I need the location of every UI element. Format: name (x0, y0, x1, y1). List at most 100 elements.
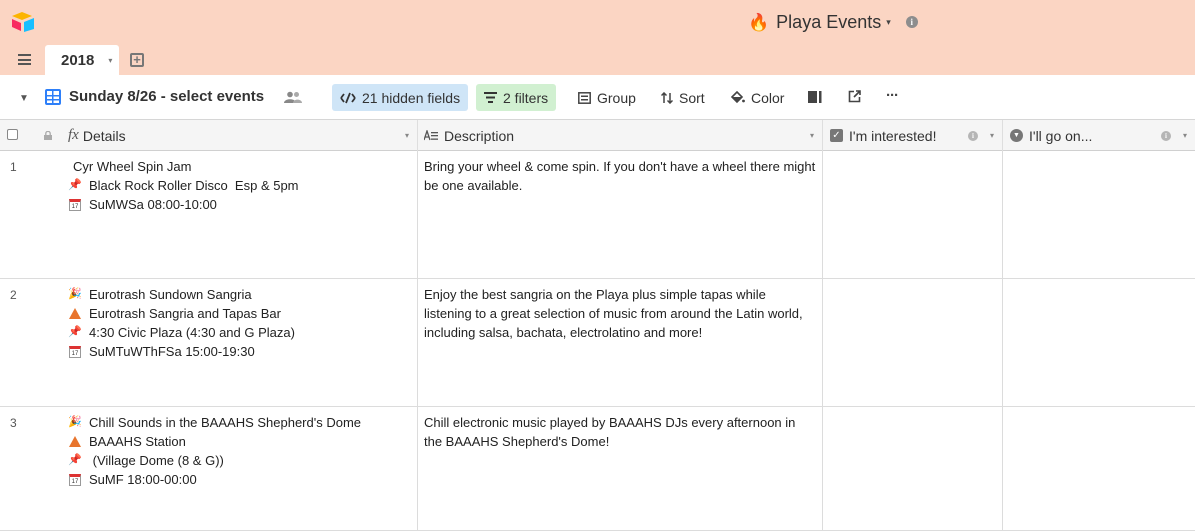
details-text: SuMF 18:00-00:00 (89, 472, 197, 487)
color-label: Color (751, 89, 785, 106)
details-line: 📌 4:30 Civic Plaza (4:30 and G Plaza) (68, 323, 408, 342)
paint-bucket-icon (730, 91, 745, 104)
interested-cell[interactable] (823, 151, 1002, 278)
single-select-icon: ▼ (1010, 129, 1023, 142)
details-line: Cyr Wheel Spin Jam (68, 157, 408, 176)
details-text: 4:30 Civic Plaza (4:30 and G Plaza) (89, 325, 295, 340)
sort-label: Sort (679, 89, 705, 106)
row-number: 2 (10, 288, 17, 302)
color-button[interactable]: Color (722, 84, 792, 111)
details-line: 🎉 Eurotrash Sundown Sangria (68, 285, 408, 304)
tent-icon (68, 307, 82, 321)
chevron-down-icon[interactable]: ▾ (405, 131, 409, 140)
base-title[interactable]: Playa Events (776, 12, 881, 33)
details-line: Eurotrash Sangria and Tapas Bar (68, 304, 408, 323)
grid-header: fx Details ▾ Description ▾ ✓ I'm interes… (0, 120, 1195, 151)
chevron-down-icon[interactable]: ▾ (1183, 131, 1187, 140)
description-cell[interactable]: Chill electronic music played by BAAAHS … (424, 413, 816, 451)
interested-cell[interactable] (823, 407, 1002, 530)
menu-icon[interactable] (18, 54, 31, 65)
more-options-icon[interactable]: ··· (886, 87, 899, 104)
view-name[interactable]: Sunday 8/26 - select events (69, 88, 264, 105)
filter-button[interactable]: 2 filters (476, 84, 557, 111)
group-label: Group (597, 89, 636, 106)
table-row[interactable]: 3 🎉 Chill Sounds in the BAAAHS Shepherd's … (0, 407, 1195, 531)
base-header: 🔥 Playa Events ▾ i 2018 ▾ + (0, 0, 1195, 75)
details-text: Black Rock Roller Disco Esp & 5pm (89, 178, 299, 193)
chevron-down-icon[interactable]: ▾ (810, 131, 814, 140)
tab-2018[interactable]: 2018 ▾ (45, 45, 119, 75)
sort-button[interactable]: Sort (653, 84, 713, 111)
sort-icon (661, 91, 673, 104)
row-number: 3 (10, 416, 17, 430)
group-icon (578, 91, 591, 104)
details-line: 📌 (Village Dome (8 & G)) (68, 451, 408, 470)
details-line: BAAAHS Station (68, 432, 408, 451)
select-all-checkbox[interactable] (7, 129, 18, 140)
add-table-button[interactable]: + (130, 53, 144, 67)
column-label: I'm interested! (849, 127, 937, 144)
column-header-go-on[interactable]: ▼ I'll go on... i ▾ (1003, 120, 1195, 151)
group-button[interactable]: Group (570, 84, 644, 111)
filter-icon (484, 92, 497, 103)
grid-view-icon (45, 89, 61, 105)
details-cell[interactable]: 🎉 Chill Sounds in the BAAAHS Shepherd's D… (68, 413, 408, 489)
formula-icon: fx (68, 127, 79, 143)
collaborators-icon[interactable] (284, 91, 302, 103)
party-popper-icon: 🎉 (68, 288, 82, 300)
chevron-down-icon[interactable]: ▾ (990, 131, 994, 140)
tab-label: 2018 (61, 51, 95, 69)
details-text: Eurotrash Sangria and Tapas Bar (89, 306, 281, 321)
info-icon[interactable]: i (905, 16, 918, 28)
details-text: (Village Dome (8 & G)) (89, 453, 224, 468)
details-line: 17 SuMF 18:00-00:00 (68, 470, 408, 489)
details-line: 📌 Black Rock Roller Disco Esp & 5pm (68, 176, 408, 195)
column-divider (417, 279, 418, 406)
description-cell[interactable]: Enjoy the best sangria on the Playa plus… (424, 285, 816, 342)
column-divider (417, 407, 418, 530)
details-cell[interactable]: 🎉 Eurotrash Sundown Sangria Eurotrash Sang… (68, 285, 408, 361)
row-height-icon[interactable] (808, 91, 822, 103)
info-icon[interactable]: i (968, 130, 978, 141)
share-view-icon[interactable] (848, 90, 861, 103)
info-icon[interactable]: i (1161, 130, 1171, 141)
details-line: 17 SuMWSa 08:00-10:00 (68, 195, 408, 214)
details-text: Eurotrash Sundown Sangria (89, 287, 252, 302)
long-text-icon (424, 130, 438, 141)
details-line: 🎉 Chill Sounds in the BAAAHS Shepherd's D… (68, 413, 408, 432)
calendar-icon: 17 (68, 198, 82, 212)
description-cell[interactable]: Bring your wheel & come spin. If you don… (424, 157, 816, 195)
eye-slash-icon (340, 92, 356, 103)
pushpin-icon: 📌 (68, 326, 82, 338)
go-on-cell[interactable] (1003, 407, 1195, 530)
fire-icon: 🔥 (748, 12, 770, 32)
lock-icon (44, 131, 52, 140)
pushpin-icon: 📌 (68, 454, 82, 466)
column-label: Description (444, 127, 515, 144)
interested-cell[interactable] (823, 279, 1002, 406)
calendar-icon: 17 (68, 473, 82, 487)
airtable-logo-icon[interactable] (11, 11, 35, 33)
chevron-down-icon[interactable]: ▾ (886, 17, 891, 28)
column-header-description[interactable]: Description ▾ (418, 120, 823, 151)
details-text: BAAAHS Station (89, 434, 186, 449)
go-on-cell[interactable] (1003, 279, 1195, 406)
column-header-interested[interactable]: ✓ I'm interested! i ▾ (823, 120, 1003, 151)
go-on-cell[interactable] (1003, 151, 1195, 278)
row-number: 1 (10, 160, 17, 174)
party-popper-icon: 🎉 (68, 416, 82, 428)
table-row[interactable]: 1 Cyr Wheel Spin Jam 📌 Black Rock Roller Di… (0, 151, 1195, 279)
details-line: 17 SuMTuWThFSa 15:00-19:30 (68, 342, 408, 361)
collapse-sidebar-icon[interactable]: ▼ (19, 93, 29, 104)
details-text: Cyr Wheel Spin Jam (73, 159, 192, 174)
chevron-down-icon[interactable]: ▾ (108, 56, 112, 65)
base-title-group[interactable]: 🔥 Playa Events ▾ i (748, 9, 918, 35)
view-toolbar: ▼ Sunday 8/26 - select events 21 hidden … (0, 75, 1195, 120)
calendar-icon: 17 (68, 345, 82, 359)
column-label: I'll go on... (1029, 127, 1093, 144)
hidden-fields-button[interactable]: 21 hidden fields (332, 84, 469, 111)
table-row[interactable]: 2 🎉 Eurotrash Sundown Sangria Eurotrash San… (0, 279, 1195, 407)
column-header-details[interactable]: fx Details ▾ (0, 120, 418, 151)
details-text: SuMTuWThFSa 15:00-19:30 (89, 344, 255, 359)
details-cell[interactable]: Cyr Wheel Spin Jam 📌 Black Rock Roller Dis… (68, 157, 408, 214)
